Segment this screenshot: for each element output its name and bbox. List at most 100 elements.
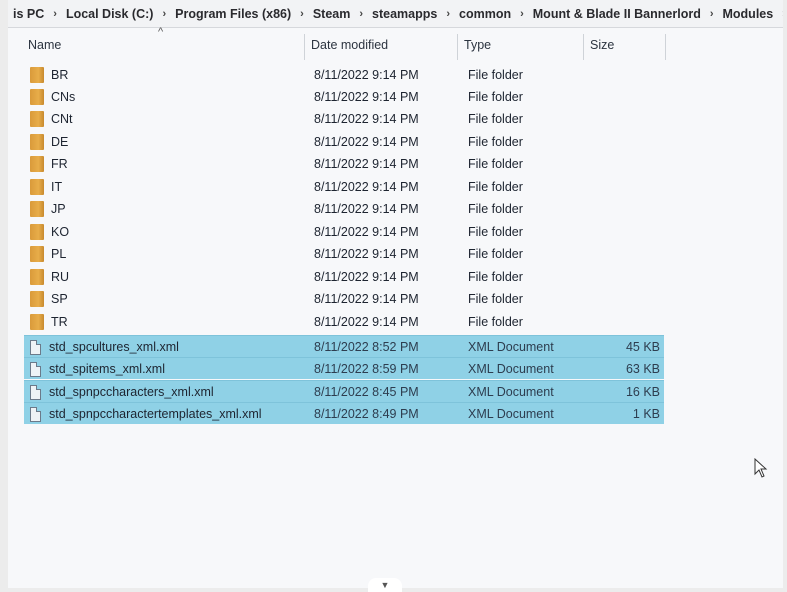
row-type: File folder: [468, 68, 523, 82]
file-row[interactable]: std_spnpccharactertemplates_xml.xml 8/11/…: [24, 402, 664, 424]
column-name-label: Name: [28, 38, 62, 52]
row-type: XML Document: [468, 340, 554, 354]
breadcrumb[interactable]: is PC › Local Disk (C:) › Program Files (x86…: [8, 0, 783, 28]
folder-row[interactable]: BR 8/11/2022 9:14 PM File folder: [24, 64, 664, 86]
row-date: 8/11/2022 9:14 PM: [314, 247, 419, 261]
row-name-cell: FR: [30, 153, 68, 175]
breadcrumb-item[interactable]: steamapps: [369, 7, 440, 21]
row-date: 8/11/2022 9:14 PM: [314, 135, 419, 149]
row-name-cell: CNt: [30, 108, 73, 130]
xml-file-icon: [30, 361, 41, 377]
folder-row[interactable]: CNs 8/11/2022 9:14 PM File folder: [24, 86, 664, 108]
breadcrumb-item[interactable]: Local Disk (C:): [63, 7, 157, 21]
folder-icon: [30, 134, 44, 150]
row-date: 8/11/2022 8:45 PM: [314, 385, 419, 399]
folder-row[interactable]: PL 8/11/2022 9:14 PM File folder: [24, 243, 664, 265]
row-type: File folder: [468, 202, 523, 216]
row-size: [584, 221, 660, 243]
row-size: [584, 86, 660, 108]
breadcrumb-chevron-icon[interactable]: ›: [440, 8, 456, 20]
row-name: IT: [51, 180, 63, 194]
row-type: File folder: [468, 270, 523, 284]
mouse-cursor-icon: [754, 458, 768, 478]
row-type: File folder: [468, 225, 523, 239]
xml-file-icon: [30, 384, 41, 400]
sort-ascending-icon: ^: [158, 26, 164, 38]
column-header-type[interactable]: Type: [458, 28, 584, 62]
breadcrumb-chevron-icon[interactable]: ›: [353, 8, 369, 20]
folder-row[interactable]: RU 8/11/2022 9:14 PM File folder: [24, 266, 664, 288]
row-name: DE: [51, 135, 69, 149]
file-row[interactable]: std_spnpccharacters_xml.xml 8/11/2022 8:4…: [24, 380, 664, 402]
folder-icon: [30, 291, 44, 307]
row-type: XML Document: [468, 385, 554, 399]
breadcrumb-chevron-icon[interactable]: ›: [704, 8, 720, 20]
row-name-cell: std_spcultures_xml.xml: [30, 336, 179, 358]
file-row[interactable]: std_spcultures_xml.xml 8/11/2022 8:52 PM X…: [24, 335, 664, 357]
breadcrumb-chevron-icon[interactable]: ›: [156, 8, 172, 20]
breadcrumb-item[interactable]: Program Files (x86): [172, 7, 294, 21]
row-name-cell: SP: [30, 288, 68, 310]
expand-tab[interactable]: ▼: [368, 578, 402, 592]
folder-icon: [30, 314, 44, 330]
folder-row[interactable]: TR 8/11/2022 9:14 PM File folder: [24, 311, 664, 333]
xml-file-icon: [30, 339, 41, 355]
folder-row[interactable]: CNt 8/11/2022 9:14 PM File folder: [24, 108, 664, 130]
row-type: File folder: [468, 292, 523, 306]
row-size: [584, 131, 660, 153]
breadcrumb-item[interactable]: is PC: [10, 7, 47, 21]
row-size: [584, 176, 660, 198]
row-date: 8/11/2022 9:14 PM: [314, 315, 419, 329]
row-date: 8/11/2022 9:14 PM: [314, 270, 419, 284]
column-divider[interactable]: [665, 34, 666, 60]
row-name: BR: [51, 68, 69, 82]
file-explorer-window: is PC › Local Disk (C:) › Program Files (x86…: [8, 0, 783, 588]
breadcrumb-item[interactable]: Modules: [720, 7, 777, 21]
column-header-name[interactable]: Name ^: [8, 26, 305, 62]
folder-row[interactable]: KO 8/11/2022 9:14 PM File folder: [24, 221, 664, 243]
row-type: File folder: [468, 180, 523, 194]
row-name-cell: std_spnpccharactertemplates_xml.xml: [30, 403, 262, 425]
folder-icon: [30, 156, 44, 172]
row-size: [584, 64, 660, 86]
breadcrumb-item[interactable]: Mount & Blade II Bannerlord: [530, 7, 704, 21]
row-date: 8/11/2022 9:14 PM: [314, 112, 419, 126]
file-row[interactable]: std_spitems_xml.xml 8/11/2022 8:59 PM XML …: [24, 357, 664, 379]
row-name: std_spitems_xml.xml: [49, 362, 165, 376]
folder-icon: [30, 111, 44, 127]
folder-row[interactable]: SP 8/11/2022 9:14 PM File folder: [24, 288, 664, 310]
row-name: std_spcultures_xml.xml: [49, 340, 179, 354]
folder-icon: [30, 201, 44, 217]
column-header-date[interactable]: Date modified: [305, 28, 458, 62]
breadcrumb-chevron-icon[interactable]: ›: [47, 8, 63, 20]
row-date: 8/11/2022 9:14 PM: [314, 292, 419, 306]
breadcrumb-item[interactable]: common: [456, 7, 514, 21]
folder-icon: [30, 246, 44, 262]
chevron-down-icon: ▼: [380, 580, 390, 590]
breadcrumb-chevron-icon[interactable]: ›: [514, 8, 530, 20]
row-name-cell: DE: [30, 131, 68, 153]
row-date: 8/11/2022 9:14 PM: [314, 225, 419, 239]
row-name-cell: std_spnpccharacters_xml.xml: [30, 381, 214, 403]
folder-row[interactable]: IT 8/11/2022 9:14 PM File folder: [24, 176, 664, 198]
column-header-size[interactable]: Size: [584, 28, 666, 62]
row-name-cell: IT: [30, 176, 62, 198]
column-header-row: Name ^ Date modified Type Size: [8, 26, 783, 62]
folder-row[interactable]: FR 8/11/2022 9:14 PM File folder: [24, 153, 664, 175]
row-date: 8/11/2022 9:14 PM: [314, 202, 419, 216]
row-name-cell: JP: [30, 198, 66, 220]
folder-row[interactable]: DE 8/11/2022 9:14 PM File folder: [24, 131, 664, 153]
row-type: File folder: [468, 247, 523, 261]
row-size: [584, 108, 660, 130]
breadcrumb-chevron-icon[interactable]: ›: [776, 8, 783, 20]
row-name: FR: [51, 157, 68, 171]
row-type: File folder: [468, 315, 523, 329]
row-date: 8/11/2022 9:14 PM: [314, 90, 419, 104]
row-name: KO: [51, 225, 70, 239]
breadcrumb-chevron-icon[interactable]: ›: [294, 8, 310, 20]
folder-row[interactable]: JP 8/11/2022 9:14 PM File folder: [24, 198, 664, 220]
row-size: 45 KB: [625, 340, 660, 354]
folder-icon: [30, 179, 44, 195]
row-size: [584, 288, 660, 310]
breadcrumb-item[interactable]: Steam: [310, 7, 354, 21]
